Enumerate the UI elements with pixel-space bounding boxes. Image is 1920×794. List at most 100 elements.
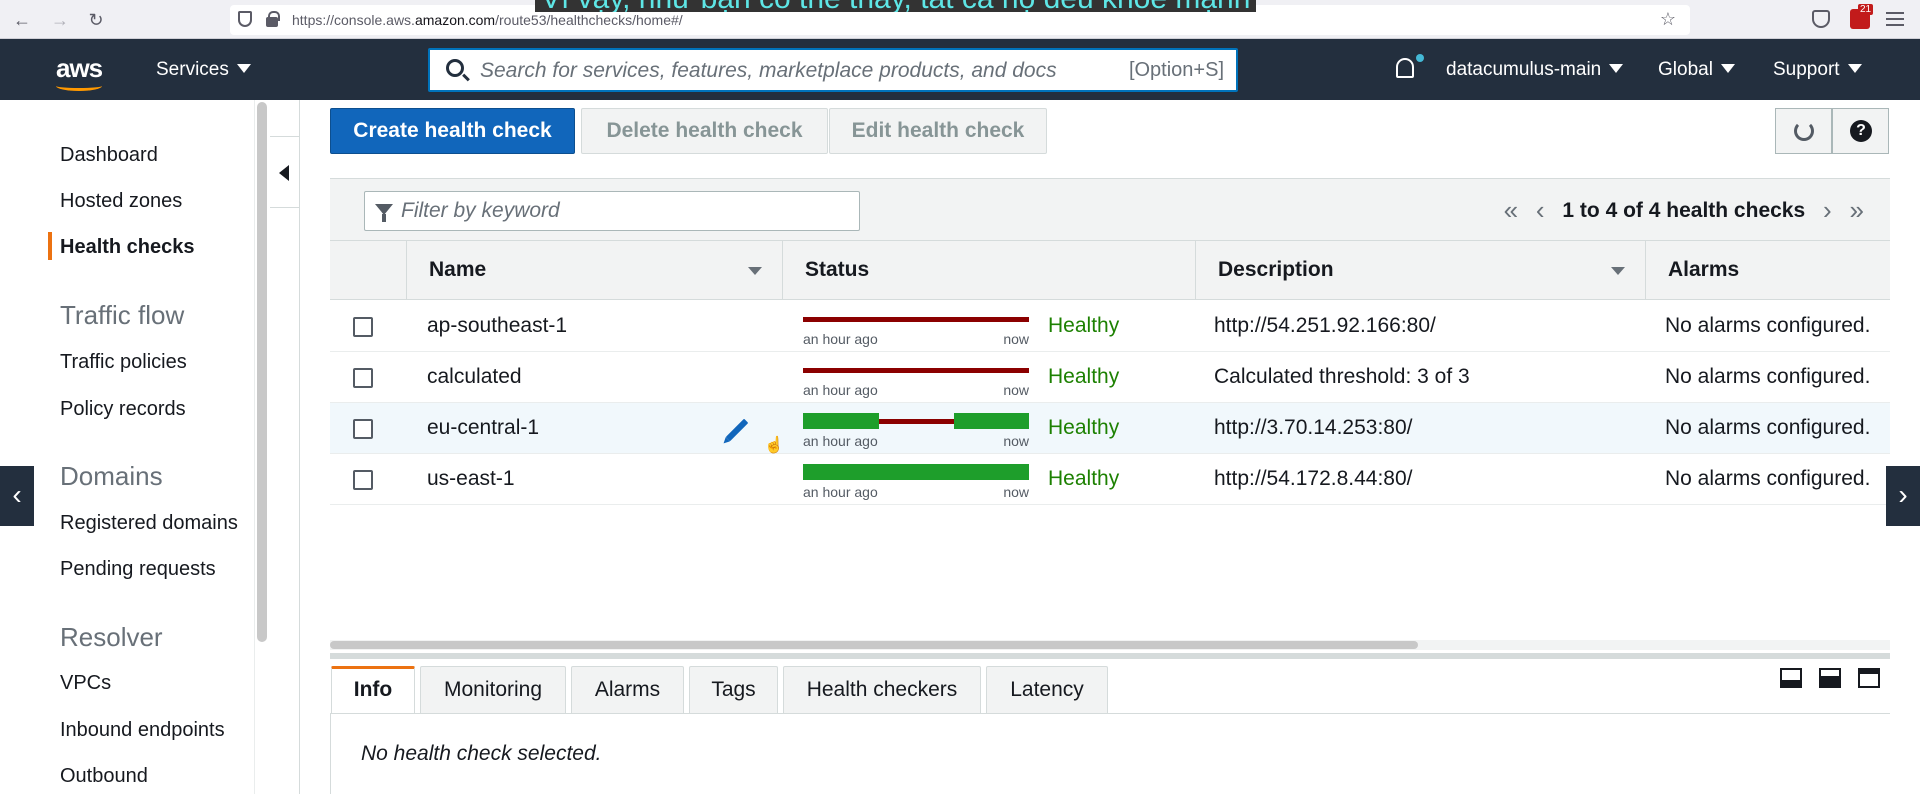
account-menu[interactable]: datacumulus-main bbox=[1446, 59, 1624, 81]
tab-health-checkers[interactable]: Health checkers bbox=[783, 666, 981, 714]
spark-start-label: an hour ago bbox=[803, 331, 878, 347]
pagination-text: 1 to 4 of 4 health checks bbox=[1562, 198, 1806, 222]
table-row[interactable]: ap-southeast-1 an hour ago now Healthy ht… bbox=[330, 301, 1890, 352]
bookmark-star-icon[interactable]: ☆ bbox=[1660, 9, 1676, 30]
next-slide-arrow[interactable]: › bbox=[1886, 466, 1920, 526]
sort-icon[interactable] bbox=[1611, 267, 1625, 275]
tab-monitoring[interactable]: Monitoring bbox=[420, 666, 566, 714]
row-alarms: No alarms configured. bbox=[1665, 416, 1871, 439]
delete-health-check-button[interactable]: Delete health check bbox=[581, 108, 828, 154]
sparkline-labels: an hour ago now bbox=[803, 382, 1029, 398]
row-name[interactable]: eu-central-1 bbox=[427, 416, 539, 440]
table-filter-bar: « ‹ 1 to 4 of 4 health checks › » bbox=[330, 178, 1890, 240]
filter-input[interactable] bbox=[401, 198, 841, 224]
health-sparkline bbox=[803, 317, 1029, 322]
first-page-icon[interactable]: « bbox=[1504, 195, 1518, 226]
tab-alarms[interactable]: Alarms bbox=[571, 666, 684, 714]
row-checkbox[interactable] bbox=[353, 470, 373, 490]
browser-toolbar: ← → ↻ https://console.aws.amazon.com/rou… bbox=[0, 0, 1920, 39]
status-healthy: Healthy bbox=[1048, 467, 1120, 490]
sidebar-collapse-button[interactable] bbox=[270, 136, 300, 208]
search-input[interactable] bbox=[480, 56, 1080, 86]
help-button[interactable]: ? bbox=[1832, 108, 1889, 154]
global-search[interactable]: [Option+S] bbox=[428, 48, 1238, 92]
tab-latency[interactable]: Latency bbox=[986, 666, 1108, 714]
url-text[interactable]: https://console.aws.amazon.com/route53/h… bbox=[292, 12, 683, 28]
edit-health-check-button[interactable]: Edit health check bbox=[829, 108, 1047, 154]
notification-dot bbox=[1416, 54, 1424, 62]
sparkline-labels: an hour ago now bbox=[803, 484, 1029, 500]
alarms-column-header[interactable]: Alarms bbox=[1645, 241, 1890, 299]
region-menu[interactable]: Global bbox=[1658, 59, 1735, 81]
table-row[interactable]: eu-central-1 ☝ an hour ago now Healthy ht… bbox=[330, 403, 1890, 454]
sidebar-item-vpcs[interactable]: VPCs bbox=[60, 672, 111, 695]
sidebar-item-registered-domains[interactable]: Registered domains bbox=[60, 512, 238, 535]
row-name[interactable]: us-east-1 bbox=[427, 467, 515, 491]
spark-start-label: an hour ago bbox=[803, 484, 878, 500]
mouse-pointer-icon: ☝ bbox=[764, 437, 784, 454]
sidebar-heading-domains: Domains bbox=[60, 461, 163, 491]
row-alarms: No alarms configured. bbox=[1665, 467, 1871, 490]
sidebar-item-health-checks[interactable]: Health checks bbox=[60, 236, 195, 259]
next-page-icon[interactable]: › bbox=[1823, 195, 1832, 226]
sort-icon[interactable] bbox=[748, 267, 762, 275]
layout-half-icon[interactable] bbox=[1819, 668, 1841, 688]
last-page-icon[interactable]: » bbox=[1850, 195, 1864, 226]
empty-selection-message: No health check selected. bbox=[361, 742, 602, 765]
extension-badge: 21 bbox=[1858, 4, 1874, 15]
layout-bottom-icon[interactable] bbox=[1780, 668, 1802, 688]
table-row[interactable]: calculated an hour ago now Healthy Calcul… bbox=[330, 352, 1890, 403]
row-checkbox[interactable] bbox=[353, 368, 373, 388]
sidebar-item-pending-requests[interactable]: Pending requests bbox=[60, 558, 216, 581]
hamburger-menu-icon[interactable] bbox=[1886, 12, 1904, 30]
pocket-icon[interactable] bbox=[1812, 10, 1830, 28]
description-column-header[interactable]: Description bbox=[1195, 241, 1645, 299]
select-column-header bbox=[330, 241, 406, 299]
aws-logo[interactable]: aws bbox=[56, 53, 103, 84]
refresh-button[interactable] bbox=[1775, 108, 1832, 154]
spark-healthy-segment bbox=[803, 464, 1029, 480]
row-checkbox[interactable] bbox=[353, 419, 373, 439]
status-healthy: Healthy bbox=[1048, 416, 1120, 439]
tab-tags[interactable]: Tags bbox=[689, 666, 778, 714]
sparkline-labels: an hour ago now bbox=[803, 433, 1029, 449]
sidebar-item-inbound-endpoints[interactable]: Inbound endpoints bbox=[60, 719, 225, 742]
sidebar-item-hosted-zones[interactable]: Hosted zones bbox=[60, 190, 182, 213]
sidebar-item-dashboard[interactable]: Dashboard bbox=[60, 144, 158, 167]
name-column-header[interactable]: Name bbox=[406, 241, 782, 299]
horizontal-scrollbar-thumb[interactable] bbox=[330, 641, 1418, 649]
details-content: No health check selected. bbox=[330, 713, 1890, 794]
caret-left-icon bbox=[279, 165, 289, 181]
sidebar-item-traffic-policies[interactable]: Traffic policies bbox=[60, 351, 187, 374]
row-name[interactable]: ap-southeast-1 bbox=[427, 314, 567, 338]
prev-page-icon[interactable]: ‹ bbox=[1536, 195, 1545, 226]
lock-icon[interactable] bbox=[266, 11, 280, 27]
health-sparkline bbox=[803, 464, 1029, 480]
edit-pencil-icon[interactable] bbox=[725, 418, 749, 442]
tracking-shield-icon[interactable] bbox=[238, 11, 252, 27]
tab-info[interactable]: Info bbox=[331, 666, 415, 714]
sidebar-item-policy-records[interactable]: Policy records bbox=[60, 398, 186, 421]
chevron-down-icon bbox=[1720, 64, 1735, 73]
spark-end-label: now bbox=[1003, 331, 1029, 347]
create-health-check-button[interactable]: Create health check bbox=[330, 108, 575, 154]
reload-icon[interactable]: ↻ bbox=[84, 8, 108, 32]
table-row[interactable]: us-east-1 an hour ago now Healthy http://… bbox=[330, 454, 1890, 505]
filter-box[interactable] bbox=[364, 191, 860, 231]
row-checkbox[interactable] bbox=[353, 317, 373, 337]
row-name[interactable]: calculated bbox=[427, 365, 522, 389]
layout-full-icon[interactable] bbox=[1858, 668, 1880, 688]
support-menu[interactable]: Support bbox=[1773, 59, 1862, 81]
prev-slide-arrow[interactable]: ‹ bbox=[0, 466, 34, 526]
sidebar-item-outbound[interactable]: Outbound bbox=[60, 765, 148, 788]
notifications-bell-icon[interactable] bbox=[1396, 58, 1414, 78]
sidebar-scrollbar[interactable] bbox=[257, 102, 267, 642]
services-menu[interactable]: Services bbox=[156, 59, 251, 81]
chevron-down-icon bbox=[1609, 64, 1624, 73]
forward-icon[interactable]: → bbox=[48, 8, 72, 32]
status-column-header[interactable]: Status bbox=[782, 241, 1195, 299]
spark-end-label: now bbox=[1003, 433, 1029, 449]
back-icon[interactable]: ← bbox=[10, 8, 34, 32]
sparkline-labels: an hour ago now bbox=[803, 331, 1029, 347]
panel-split-handle[interactable] bbox=[330, 653, 1890, 659]
